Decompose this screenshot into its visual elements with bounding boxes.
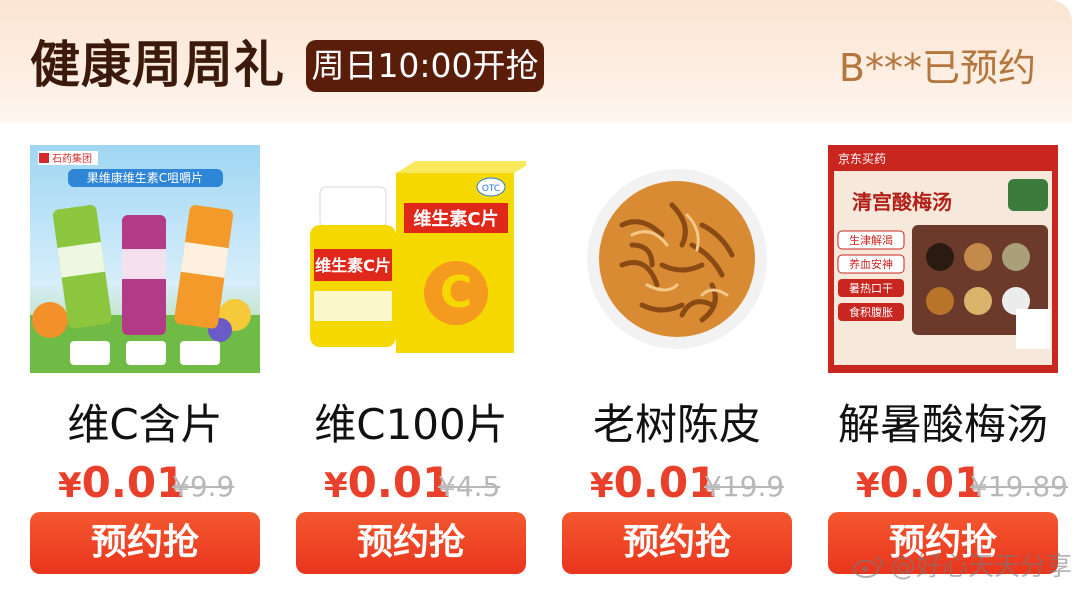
svg-text:暑热口干: 暑热口干 (849, 282, 893, 295)
product-image[interactable]: 京东买药 清宫酸梅汤 生津解渴 养血安神 暑热口干 食积腹胀 (828, 145, 1058, 373)
sale-price: ¥0.01 (58, 458, 185, 511)
currency-symbol: ¥ (590, 466, 614, 506)
reserve-button[interactable]: 预约抢 (562, 512, 792, 574)
price-value: 0.01 (81, 458, 186, 507)
weibo-icon (852, 556, 884, 578)
svg-text:清宫酸梅汤: 清宫酸梅汤 (852, 190, 952, 214)
svg-text:OTC: OTC (482, 184, 500, 194)
reserved-status: B***已预约 (838, 46, 1036, 90)
watermark-text: @好心天天分享 (889, 552, 1072, 582)
svg-text:养血安神: 养血安神 (849, 257, 893, 271)
svg-text:果维康维生素C咀嚼片: 果维康维生素C咀嚼片 (87, 170, 203, 185)
currency-symbol: ¥ (856, 466, 880, 506)
original-price: ¥4.5 (438, 470, 501, 503)
time-badge: 周日10:00开抢 (306, 40, 544, 92)
promo-card: 健康周周礼 周日10:00开抢 B***已预约 石药集团 果维康维生素C咀嚼片 (0, 0, 1072, 590)
card-header: 健康周周礼 周日10:00开抢 B***已预约 (0, 0, 1072, 122)
svg-text:维生素C片: 维生素C片 (413, 208, 498, 230)
product-name[interactable]: 老树陈皮 (542, 398, 812, 452)
product-name[interactable]: 维C含片 (10, 398, 280, 452)
svg-text:维生素C片: 维生素C片 (315, 256, 391, 275)
section-title: 健康周周礼 (30, 36, 285, 94)
price-value: 0.01 (347, 458, 452, 507)
original-price: ¥9.9 (172, 470, 235, 503)
price-value: 0.01 (613, 458, 718, 507)
currency-symbol: ¥ (58, 466, 82, 506)
product-name[interactable]: 维C100片 (276, 398, 546, 452)
product-image[interactable]: 维生素C片 OTC C 维生素C片 (296, 145, 526, 373)
product-name[interactable]: 解暑酸梅汤 (808, 398, 1072, 452)
price-row: ¥0.01 ¥4.5 (296, 458, 536, 508)
reserve-button[interactable]: 预约抢 (296, 512, 526, 574)
original-price: ¥19.89 (970, 470, 1068, 503)
svg-text:生津解渴: 生津解渴 (849, 233, 893, 247)
price-row: ¥0.01 ¥19.89 (828, 458, 1068, 508)
currency-symbol: ¥ (324, 466, 348, 506)
product-image[interactable]: 石药集团 果维康维生素C咀嚼片 (30, 145, 260, 373)
sale-price: ¥0.01 (856, 458, 983, 511)
price-value: 0.01 (879, 458, 984, 507)
svg-text:京东买药: 京东买药 (838, 152, 886, 166)
sale-price: ¥0.01 (324, 458, 451, 511)
price-row: ¥0.01 ¥19.9 (562, 458, 802, 508)
sale-price: ¥0.01 (590, 458, 717, 511)
product-image[interactable] (562, 145, 792, 373)
original-price: ¥19.9 (704, 470, 785, 503)
svg-text:石药集团: 石药集团 (52, 152, 92, 165)
watermark: @好心天天分享 (852, 550, 1072, 584)
reserve-button[interactable]: 预约抢 (30, 512, 260, 574)
svg-text:C: C (440, 267, 472, 318)
svg-text:食积腹胀: 食积腹胀 (849, 305, 893, 319)
price-row: ¥0.01 ¥9.9 (30, 458, 270, 508)
